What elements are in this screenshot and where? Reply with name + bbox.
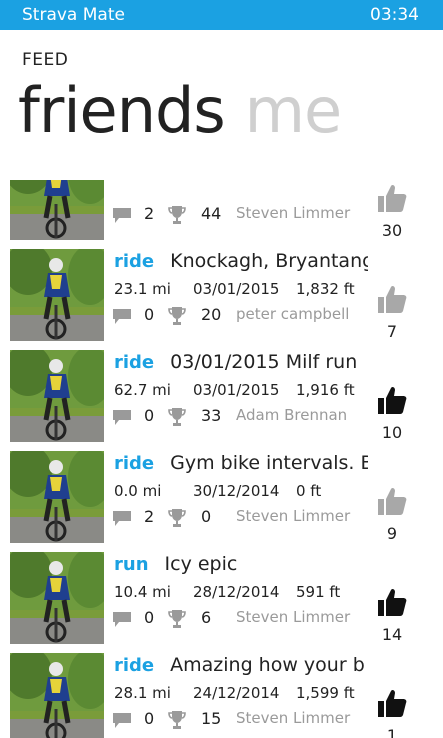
activity-elevation: 1,832 ft bbox=[296, 280, 355, 298]
comment-count: 0 bbox=[144, 406, 155, 425]
activity-distance: 62.7 mi bbox=[114, 381, 171, 399]
trophy-icon bbox=[168, 307, 186, 325]
activity-distance: 28.1 mi bbox=[114, 684, 171, 702]
activity-date: 24/12/2014 bbox=[193, 684, 280, 702]
activity-type: run bbox=[114, 554, 149, 575]
comment-count: 2 bbox=[144, 204, 155, 223]
activity-photo[interactable] bbox=[10, 552, 104, 644]
achievement-count: 20 bbox=[201, 305, 222, 324]
athlete-name[interactable]: Steven Limmer bbox=[236, 709, 350, 727]
comment-icon bbox=[113, 713, 131, 728]
activity-date: 03/01/2015 bbox=[193, 280, 280, 298]
activity-elevation: 1,599 ft bbox=[296, 684, 355, 702]
cyclist-photo bbox=[10, 180, 104, 240]
athlete-name[interactable]: Adam Brennan bbox=[236, 406, 347, 424]
activity-title: 03/01/2015 Milf run bbox=[170, 351, 358, 373]
activity-distance: 10.4 mi bbox=[114, 583, 171, 601]
athlete-name[interactable]: Steven Limmer bbox=[236, 507, 350, 525]
kudos-count: 30 bbox=[381, 221, 403, 240]
activity-heading: ride Amazing how your b bbox=[114, 654, 368, 682]
pivot-header: friends me bbox=[18, 74, 343, 147]
status-time: 03:34 bbox=[370, 5, 419, 25]
comment-count: 2 bbox=[144, 507, 155, 526]
activity-type: ride bbox=[114, 655, 155, 676]
comment-icon bbox=[113, 410, 131, 425]
activity-date: 28/12/2014 bbox=[193, 583, 280, 601]
pivot-tab-me[interactable]: me bbox=[245, 74, 343, 147]
activity-title: Gym bike intervals. B bbox=[170, 452, 368, 474]
athlete-name[interactable]: peter campbell bbox=[236, 305, 349, 323]
feed-item[interactable]: ride 03/01/2015 Milf run 62.7 mi 03/01/20… bbox=[0, 349, 443, 450]
activity-date: 03/01/2015 bbox=[193, 381, 280, 399]
activity-photo[interactable] bbox=[10, 249, 104, 341]
thumbs-up-icon[interactable] bbox=[376, 283, 408, 315]
comment-icon bbox=[113, 511, 131, 526]
achievement-count: 33 bbox=[201, 406, 222, 425]
activity-elevation: 0 ft bbox=[296, 482, 322, 500]
cyclist-photo bbox=[10, 451, 104, 543]
comment-icon bbox=[113, 309, 131, 324]
feed-item[interactable]: ride Amazing how your b 28.1 mi 24/12/201… bbox=[0, 652, 443, 738]
cyclist-photo bbox=[10, 552, 104, 644]
feed-item[interactable]: 2 44 Steven Limmer 30 bbox=[0, 180, 443, 248]
kudos-count: 7 bbox=[386, 322, 398, 341]
thumbs-up-icon[interactable] bbox=[376, 687, 408, 719]
activity-type: ride bbox=[114, 251, 155, 272]
achievement-count: 0 bbox=[201, 507, 212, 526]
activity-elevation: 1,916 ft bbox=[296, 381, 355, 399]
achievement-count: 6 bbox=[201, 608, 212, 627]
comment-count: 0 bbox=[144, 305, 155, 324]
achievement-count: 44 bbox=[201, 204, 222, 223]
activity-heading: run Icy epic bbox=[114, 553, 368, 581]
cyclist-photo bbox=[10, 653, 104, 738]
achievement-count: 15 bbox=[201, 709, 222, 728]
thumbs-up-icon[interactable] bbox=[376, 485, 408, 517]
comment-icon bbox=[113, 612, 131, 627]
thumbs-up-icon[interactable] bbox=[376, 586, 408, 618]
feed-viewport[interactable]: 2 44 Steven Limmer 30 ride Knockagh, Bry… bbox=[0, 180, 443, 738]
athlete-name[interactable]: Steven Limmer bbox=[236, 608, 350, 626]
thumbs-up-icon[interactable] bbox=[376, 182, 408, 214]
feed-item[interactable]: run Icy epic 10.4 mi 28/12/2014 591 ft 0 … bbox=[0, 551, 443, 652]
activity-distance: 23.1 mi bbox=[114, 280, 171, 298]
activity-elevation: 591 ft bbox=[296, 583, 341, 601]
status-bar: Strava Mate 03:34 bbox=[0, 0, 443, 30]
feed-item[interactable]: ride Knockagh, Bryantang 23.1 mi 03/01/20… bbox=[0, 248, 443, 349]
kudos-count: 10 bbox=[381, 423, 403, 442]
activity-heading: ride Knockagh, Bryantang bbox=[114, 250, 368, 278]
activity-photo[interactable] bbox=[10, 653, 104, 738]
activity-photo[interactable] bbox=[10, 180, 104, 240]
activity-type: ride bbox=[114, 352, 155, 373]
comment-count: 0 bbox=[144, 608, 155, 627]
activity-heading: ride Gym bike intervals. B bbox=[114, 452, 368, 480]
activity-date: 30/12/2014 bbox=[193, 482, 280, 500]
feed-item[interactable]: ride Gym bike intervals. B 0.0 mi 30/12/2… bbox=[0, 450, 443, 551]
kudos-count: 9 bbox=[386, 524, 398, 543]
trophy-icon bbox=[168, 408, 186, 426]
activity-type: ride bbox=[114, 453, 155, 474]
section-title: FEED bbox=[22, 50, 69, 70]
kudos-count: 14 bbox=[381, 625, 403, 644]
activity-title: Knockagh, Bryantang bbox=[170, 250, 368, 272]
cyclist-photo bbox=[10, 350, 104, 442]
pivot-tab-friends[interactable]: friends bbox=[18, 74, 226, 147]
activity-photo[interactable] bbox=[10, 350, 104, 442]
activity-feed: 2 44 Steven Limmer 30 ride Knockagh, Bry… bbox=[0, 180, 443, 738]
app-title: Strava Mate bbox=[22, 5, 125, 25]
kudos-count: 1 bbox=[386, 726, 398, 738]
activity-title: Icy epic bbox=[164, 553, 238, 575]
trophy-icon bbox=[168, 610, 186, 628]
activity-distance: 0.0 mi bbox=[114, 482, 162, 500]
thumbs-up-icon[interactable] bbox=[376, 384, 408, 416]
comment-icon bbox=[113, 208, 131, 223]
activity-heading: ride 03/01/2015 Milf run bbox=[114, 351, 368, 379]
activity-photo[interactable] bbox=[10, 451, 104, 543]
trophy-icon bbox=[168, 711, 186, 729]
trophy-icon bbox=[168, 206, 186, 224]
athlete-name[interactable]: Steven Limmer bbox=[236, 204, 350, 222]
comment-count: 0 bbox=[144, 709, 155, 728]
cyclist-photo bbox=[10, 249, 104, 341]
trophy-icon bbox=[168, 509, 186, 527]
activity-title: Amazing how your b bbox=[170, 654, 365, 676]
